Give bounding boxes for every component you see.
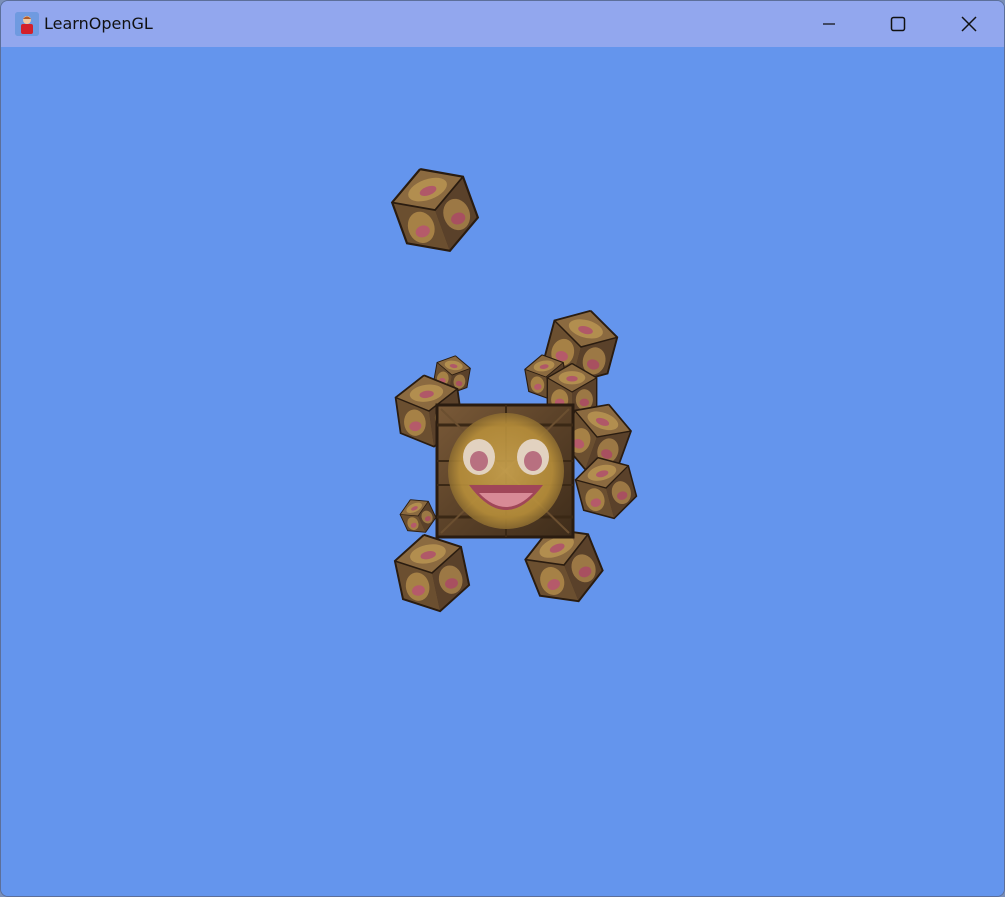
front-crate: [435, 403, 575, 539]
title-bar[interactable]: LearnOpenGL: [1, 1, 1004, 47]
textured-cube-scene: [383, 155, 642, 620]
minimize-icon: [823, 23, 835, 25]
maximize-button[interactable]: [863, 1, 933, 47]
crate-cube: [395, 492, 441, 540]
close-button[interactable]: [934, 1, 1004, 47]
window-title: LearnOpenGL: [44, 14, 153, 33]
crate-cube: [383, 155, 487, 265]
crate-cube: [389, 526, 475, 620]
render-viewport[interactable]: [1, 47, 1004, 896]
app-window: LearnOpenGL: [0, 0, 1005, 897]
close-icon: [961, 16, 977, 32]
maximize-icon: [890, 16, 906, 32]
app-icon: [15, 12, 39, 36]
minimize-button[interactable]: [794, 1, 864, 47]
